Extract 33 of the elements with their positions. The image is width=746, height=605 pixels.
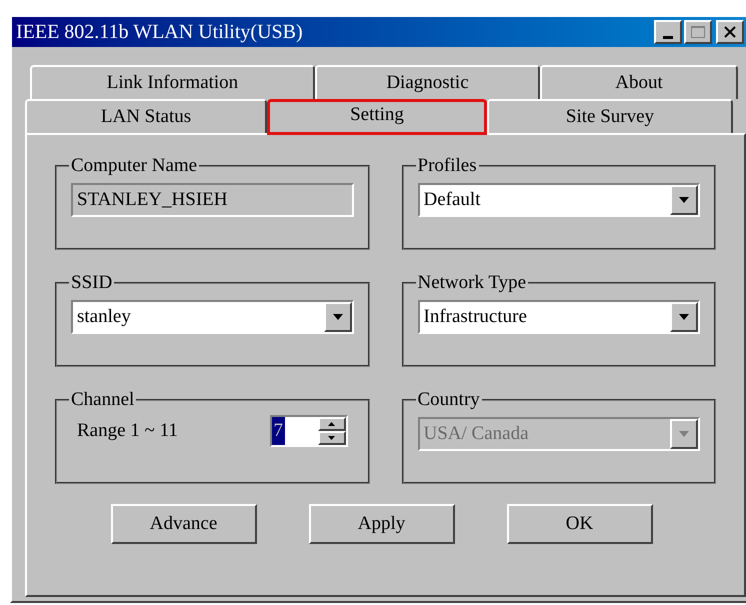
maximize-icon — [691, 26, 705, 38]
group-label: Channel — [70, 389, 136, 411]
minimize-button[interactable] — [654, 20, 682, 44]
group-label: Country — [416, 389, 481, 411]
group-label: Computer Name — [70, 155, 198, 177]
tab[interactable]: LAN Status — [25, 99, 267, 133]
dropdown-field[interactable]: Default — [418, 183, 700, 217]
minimize-icon — [663, 36, 673, 39]
window-title: IEEE 802.11b WLAN Utility(USB) — [16, 20, 304, 45]
group-label: Network Type — [416, 272, 528, 294]
group-label: Profiles — [416, 155, 478, 177]
caret-icon — [679, 197, 689, 203]
dialog-button[interactable]: Apply — [308, 504, 454, 544]
close-icon — [724, 26, 736, 38]
caret-icon — [679, 314, 689, 320]
group-label: SSID — [70, 272, 114, 294]
tab[interactable]: Setting — [267, 99, 487, 135]
tab[interactable]: Site Survey — [487, 99, 733, 133]
dialog-button[interactable]: OK — [506, 504, 652, 544]
tab[interactable]: About — [540, 65, 738, 99]
caret-icon — [679, 431, 689, 437]
range-label: Range 1 ~ 11 — [77, 418, 179, 443]
dialog-button[interactable]: Advance — [110, 504, 256, 544]
caret-icon — [332, 314, 342, 320]
dropdown-button[interactable] — [670, 185, 698, 215]
tab[interactable]: Link Information — [30, 65, 315, 99]
maximize-button[interactable] — [684, 20, 712, 44]
dropdown-button[interactable] — [670, 302, 698, 332]
dropdown-field[interactable]: Infrastructure — [418, 300, 700, 334]
tab[interactable]: Diagnostic — [315, 65, 540, 99]
dropdown-field[interactable]: stanley — [71, 300, 354, 334]
close-button[interactable] — [716, 20, 744, 44]
dropdown-button[interactable] — [324, 302, 352, 332]
